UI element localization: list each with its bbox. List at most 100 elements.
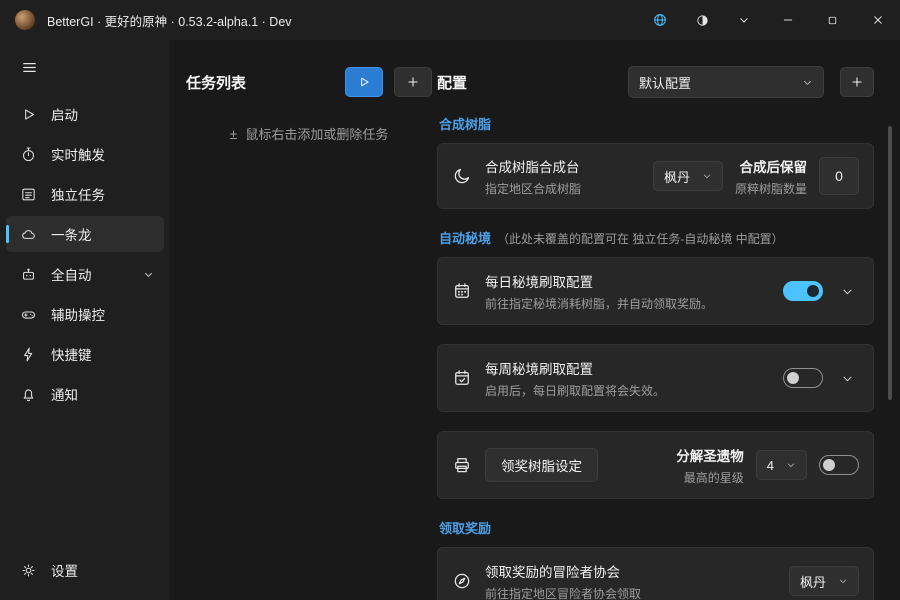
gear-icon bbox=[19, 561, 37, 579]
resin-craft-controls: 枫丹 合成后保留 原粹树脂数量 0 bbox=[653, 156, 859, 197]
chevron-down-icon bbox=[838, 576, 848, 586]
sidebar-item-label: 快捷键 bbox=[51, 344, 92, 364]
sidebar-item-hotkeys[interactable]: 快捷键 bbox=[6, 336, 164, 372]
window-title: BetterGI · 更好的原神 · 0.53.2-alpha.1 · Dev bbox=[47, 11, 292, 30]
sidebar-item-label: 独立任务 bbox=[51, 184, 105, 204]
daily-domain-title: 每日秘境刷取配置 bbox=[485, 271, 713, 291]
task-list-hint-text: 鼠标右击添加或删除任务 bbox=[245, 124, 388, 143]
reward-resin-settings-button[interactable]: 领奖树脂设定 bbox=[485, 448, 598, 482]
reward-resin-card: 领奖树脂设定 分解圣遗物 最高的星级 4 bbox=[437, 431, 874, 499]
app-logo bbox=[15, 10, 35, 30]
section-header-claim: 领取奖励 bbox=[439, 518, 874, 537]
toggle-knob bbox=[807, 285, 819, 297]
bell-icon bbox=[19, 385, 37, 403]
resin-keep-texts: 合成后保留 原粹树脂数量 bbox=[735, 156, 807, 197]
chevron-down-icon bbox=[738, 14, 750, 26]
section-header-domain-text: 自动秘境 bbox=[439, 228, 491, 247]
sidebar-item-label: 一条龙 bbox=[51, 224, 92, 244]
weekly-domain-subtitle: 启用后，每日刷取配置将会失效。 bbox=[485, 382, 665, 399]
reward-resin-controls: 分解圣遗物 最高的星级 4 bbox=[676, 445, 859, 486]
artifact-salvage-toggle[interactable] bbox=[819, 455, 859, 475]
hamburger-icon bbox=[21, 59, 38, 76]
play-icon bbox=[357, 75, 371, 89]
daily-domain-expand-button[interactable] bbox=[835, 279, 859, 303]
minimize-button[interactable] bbox=[765, 0, 810, 40]
close-icon bbox=[871, 13, 885, 27]
daily-domain-toggle[interactable] bbox=[783, 281, 823, 301]
content-area: 任务列表 ± 鼠标右击添加或删除任务 bbox=[170, 40, 900, 600]
theme-contrast-icon bbox=[695, 13, 710, 28]
gamepad-icon bbox=[19, 305, 37, 323]
section-header-claim-text: 领取奖励 bbox=[439, 518, 491, 537]
sidebar-item-launch[interactable]: 启动 bbox=[6, 96, 164, 132]
resin-craft-title: 合成树脂合成台 bbox=[485, 156, 581, 176]
sidebar-item-standalone-tasks[interactable]: 独立任务 bbox=[6, 176, 164, 212]
resin-region-select[interactable]: 枫丹 bbox=[653, 161, 723, 191]
calendar-icon bbox=[452, 281, 472, 301]
task-list-panel: 任务列表 ± 鼠标右击添加或删除任务 bbox=[186, 40, 432, 143]
artifact-salvage-subtitle: 最高的星级 bbox=[676, 469, 744, 486]
section-header-resin: 合成树脂 bbox=[439, 114, 874, 133]
weekly-domain-toggle[interactable] bbox=[783, 368, 823, 388]
sidebar-item-label: 辅助操控 bbox=[51, 304, 105, 324]
sidebar-item-label: 实时触发 bbox=[51, 144, 105, 164]
resin-region-value: 枫丹 bbox=[664, 167, 690, 186]
config-title: 配置 bbox=[437, 72, 467, 93]
resin-keep-subtitle: 原粹树脂数量 bbox=[735, 180, 807, 197]
scrollbar-thumb[interactable] bbox=[888, 126, 892, 400]
sidebar-item-full-auto[interactable]: 全自动 bbox=[6, 256, 164, 292]
chevron-down-icon bbox=[786, 460, 796, 470]
task-list-hint: ± 鼠标右击添加或删除任务 bbox=[186, 124, 432, 143]
sidebar-item-label: 设置 bbox=[51, 560, 78, 580]
task-list-actions bbox=[345, 67, 432, 97]
task-list-title: 任务列表 bbox=[186, 72, 246, 93]
chevron-down-icon bbox=[841, 285, 854, 298]
artifact-star-select[interactable]: 4 bbox=[756, 450, 807, 480]
theme-toggle-button[interactable] bbox=[681, 0, 723, 40]
resin-craft-card: 合成树脂合成台 指定地区合成树脂 枫丹 合成后保留 原粹树脂数量 bbox=[437, 143, 874, 209]
weekly-domain-texts: 每周秘境刷取配置 启用后，每日刷取配置将会失效。 bbox=[485, 358, 665, 399]
claim-reward-title: 领取奖励的冒险者协会 bbox=[485, 561, 641, 581]
toggle-knob bbox=[823, 459, 835, 471]
sidebar-footer: 设置 bbox=[0, 544, 170, 600]
daily-domain-texts: 每日秘境刷取配置 前往指定秘境消耗树脂，并自动领取奖励。 bbox=[485, 271, 713, 312]
close-button[interactable] bbox=[855, 0, 900, 40]
claim-region-value: 枫丹 bbox=[800, 572, 826, 591]
language-button[interactable] bbox=[639, 0, 681, 40]
minimize-icon bbox=[781, 13, 795, 27]
config-panel: 配置 默认配置 合成树脂 bbox=[437, 40, 874, 600]
config-header: 配置 默认配置 bbox=[437, 66, 874, 98]
task-list-header: 任务列表 bbox=[186, 66, 432, 98]
sidebar-item-label: 启动 bbox=[51, 104, 78, 124]
claim-region-select[interactable]: 枫丹 bbox=[789, 566, 859, 596]
app-window: BetterGI · 更好的原神 · 0.53.2-alpha.1 · Dev bbox=[0, 0, 900, 600]
maximize-button[interactable] bbox=[810, 0, 855, 40]
toggle-knob bbox=[787, 372, 799, 384]
sidebar-item-assist-control[interactable]: 辅助操控 bbox=[6, 296, 164, 332]
add-profile-button[interactable] bbox=[840, 67, 874, 97]
profile-select-value: 默认配置 bbox=[639, 73, 691, 92]
weekly-domain-card: 每周秘境刷取配置 启用后，每日刷取配置将会失效。 bbox=[437, 344, 874, 412]
hamburger-button[interactable] bbox=[10, 50, 48, 84]
sidebar-item-one-dragon[interactable]: 一条龙 bbox=[6, 216, 164, 252]
sidebar-item-settings[interactable]: 设置 bbox=[6, 552, 164, 588]
run-tasks-button[interactable] bbox=[345, 67, 383, 97]
resin-keep-title: 合成后保留 bbox=[735, 156, 807, 176]
sidebar-item-notifications[interactable]: 通知 bbox=[6, 376, 164, 412]
weekly-domain-controls bbox=[783, 366, 859, 390]
artifact-salvage-title: 分解圣遗物 bbox=[676, 445, 744, 465]
weekly-domain-expand-button[interactable] bbox=[835, 366, 859, 390]
maximize-icon bbox=[826, 14, 839, 27]
claim-reward-controls: 枫丹 bbox=[789, 566, 859, 596]
titlebar-menu-button[interactable] bbox=[723, 0, 765, 40]
section-header-domain: 自动秘境 （此处未覆盖的配置可在 独立任务-自动秘境 中配置） bbox=[439, 228, 874, 247]
sidebar-item-label: 通知 bbox=[51, 384, 78, 404]
resin-keep-count-input[interactable]: 0 bbox=[819, 157, 859, 195]
sidebar-item-realtime-trigger[interactable]: 实时触发 bbox=[6, 136, 164, 172]
add-task-button[interactable] bbox=[394, 67, 432, 97]
task-list-icon bbox=[19, 185, 37, 203]
claim-reward-subtitle: 前往指定地区冒险者协会领取 bbox=[485, 585, 641, 600]
profile-select[interactable]: 默认配置 bbox=[628, 66, 824, 98]
moon-icon bbox=[452, 166, 472, 186]
sidebar-nav: 启动 实时触发 独立任务 一条龙 bbox=[0, 88, 170, 420]
